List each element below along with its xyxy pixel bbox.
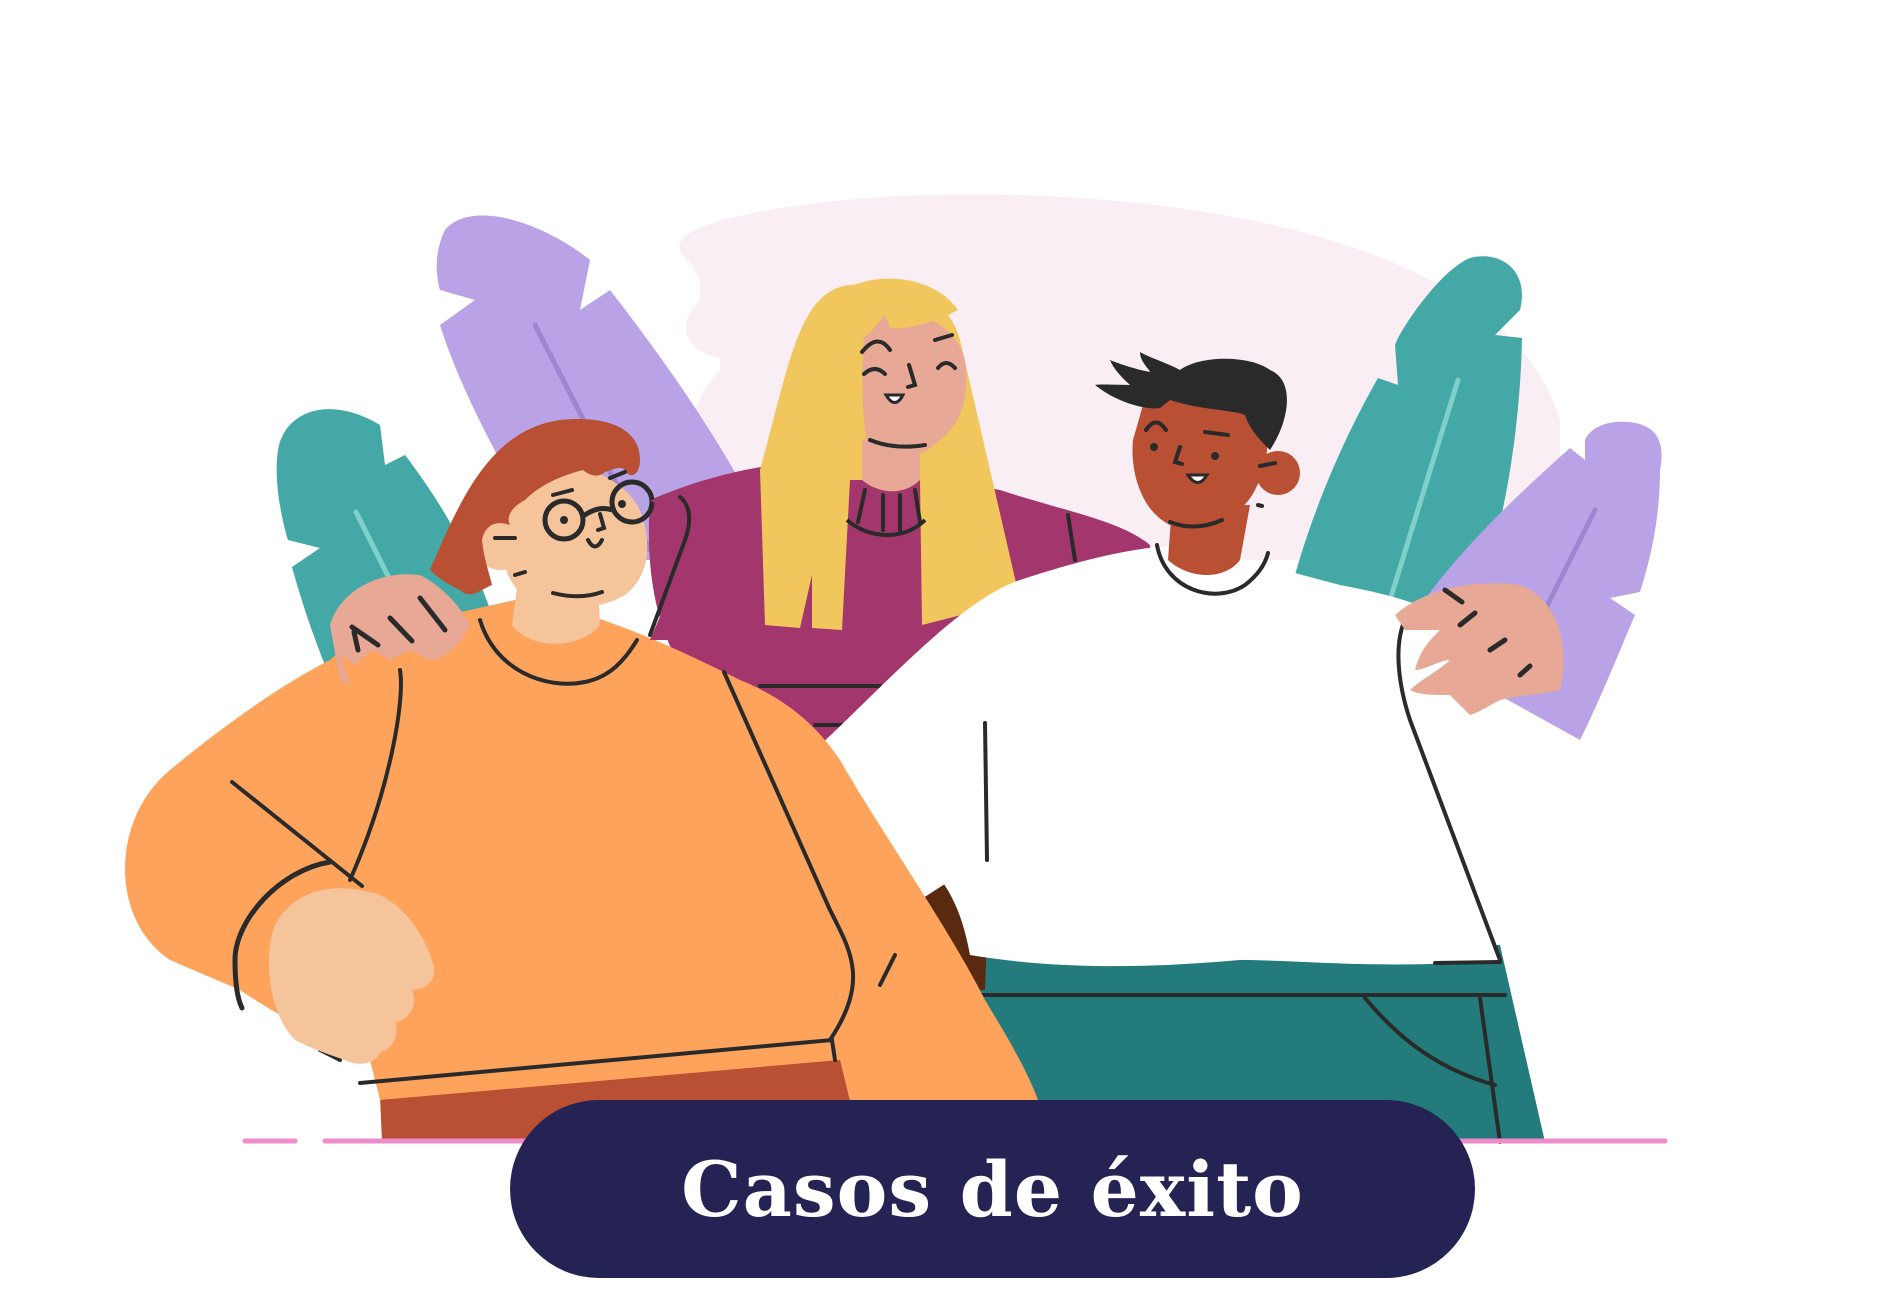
success-stories-banner: Casos de éxito xyxy=(510,1100,1475,1278)
page: Casos de éxito xyxy=(0,0,1878,1315)
banner-label: Casos de éxito xyxy=(681,1144,1304,1234)
